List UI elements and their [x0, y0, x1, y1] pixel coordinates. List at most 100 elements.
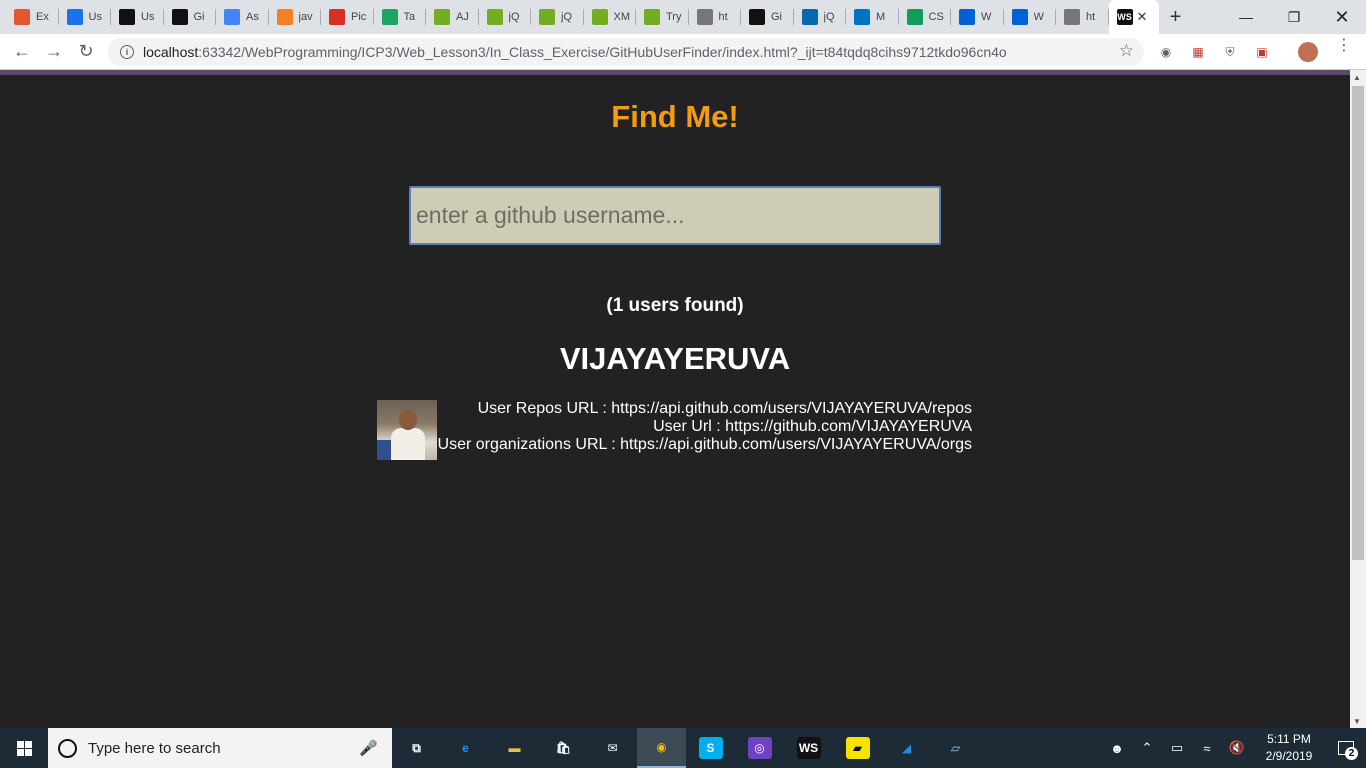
browser-tab[interactable]: Gi	[741, 0, 794, 34]
browser-tab[interactable]: Pic	[321, 0, 374, 34]
taskbar-app-button[interactable]: ⧉	[392, 728, 441, 768]
taskbar-app-button[interactable]: ✉	[588, 728, 637, 768]
outlook-icon	[854, 9, 870, 25]
grid-icon	[14, 9, 30, 25]
gmail-icon	[329, 9, 345, 25]
file-explorer-icon: ▬	[508, 741, 521, 755]
camera-icon[interactable]: ◉	[1155, 41, 1177, 63]
site-info-icon[interactable]: i	[120, 45, 134, 59]
taskbar-search-box[interactable]: Type here to search 🎤	[48, 728, 392, 768]
volume-muted-icon[interactable]: 🔇	[1222, 740, 1252, 756]
browser-tab[interactable]: ht	[1056, 0, 1109, 34]
extensions-area: ◉ ▦ ⛨ ▣	[1155, 34, 1319, 70]
action-center-button[interactable]: 2	[1326, 728, 1366, 768]
username-search-input[interactable]	[409, 186, 941, 245]
show-hidden-icons-chevron-icon[interactable]: ⌃	[1132, 740, 1162, 756]
user-url-line: User Url : https://github.com/VIJAYAYERU…	[653, 418, 972, 435]
browser-tab-label: M	[876, 11, 886, 23]
clock-time: 5:11 PM	[1267, 732, 1311, 746]
cap-icon	[66, 9, 83, 25]
taskbar-clock[interactable]: 5:11 PM 2/9/2019	[1252, 731, 1326, 765]
taskbar-app-button[interactable]: ◎	[735, 728, 784, 768]
taskbar-app-button[interactable]: e	[441, 728, 490, 768]
browser-tab[interactable]: Try	[636, 0, 689, 34]
webstorm-icon: WS	[796, 737, 821, 759]
pocket-extension-icon[interactable]: ▣	[1251, 41, 1273, 63]
taskbar-app-button[interactable]: ▱	[931, 728, 980, 768]
taskbar-app-button[interactable]: 🛍	[539, 728, 588, 768]
minimize-button[interactable]: —	[1222, 0, 1270, 34]
page-content: Find Me! (1 users found) VIJAYAYERUVA Us…	[0, 75, 1350, 728]
browser-tab[interactable]: jav	[269, 0, 322, 34]
w3-icon	[539, 9, 555, 25]
scrollbar-thumb[interactable]	[1352, 86, 1364, 560]
reload-button[interactable]: ↻	[70, 36, 102, 68]
menu-kebab-icon[interactable]: ⋮	[1336, 38, 1352, 54]
browser-tab[interactable]: CS	[899, 0, 952, 34]
people-icon[interactable]: ☻	[1102, 741, 1132, 756]
github-icon	[119, 9, 135, 25]
browser-tab[interactable]: jQ	[531, 0, 584, 34]
start-button[interactable]	[0, 728, 48, 768]
pdf-extension-icon[interactable]: ▦	[1187, 41, 1209, 63]
scroll-up-arrow-icon[interactable]: ▲	[1353, 73, 1361, 82]
webstorm-icon: WS	[1116, 9, 1133, 25]
browser-tab-label: Gi	[771, 11, 782, 23]
skype-icon: S	[698, 737, 723, 759]
browser-tab[interactable]: Us	[59, 0, 112, 34]
tab-list: Ex Us Us Gi As jav Pic Ta AJ jQ jQ XM Try ht Gi jQ M CS W W…	[0, 0, 1159, 34]
browser-tab[interactable]: AJ	[426, 0, 479, 34]
taskbar-app-button[interactable]: S	[686, 728, 735, 768]
edge-icon: e	[462, 741, 469, 755]
browser-tab[interactable]: XM	[584, 0, 637, 34]
taskbar-app-button[interactable]: ◉	[637, 728, 686, 768]
taskbar-app-button[interactable]: WS	[784, 728, 833, 768]
page-title: Find Me!	[611, 99, 739, 134]
new-tab-button[interactable]: +	[1161, 0, 1191, 34]
browser-tab[interactable]: W	[951, 0, 1004, 34]
browser-tab-label: Ta	[403, 11, 416, 23]
browser-tab[interactable]: Gi	[164, 0, 217, 34]
back-button[interactable]: ←	[6, 36, 38, 68]
browser-tab-label: Try	[666, 11, 682, 23]
wifi-icon[interactable]: ≈	[1192, 741, 1222, 756]
sticky-notes-icon: ▰	[845, 737, 870, 759]
microphone-icon[interactable]: 🎤	[359, 739, 378, 757]
tab-strip: Ex Us Us Gi As jav Pic Ta AJ jQ jQ XM Try ht Gi jQ M CS W W…	[0, 0, 1366, 34]
browser-tab[interactable]: As	[216, 0, 269, 34]
jquery-icon	[801, 9, 818, 25]
system-tray: ☻ ⌃ ▭ ≈ 🔇 5:11 PM 2/9/2019 2	[1102, 728, 1366, 768]
results-count: (1 users found)	[606, 295, 744, 316]
browser-tab[interactable]: W	[1004, 0, 1057, 34]
battery-icon[interactable]: ▭	[1162, 740, 1192, 756]
taskbar-search-placeholder: Type here to search	[88, 739, 221, 757]
address-bar[interactable]: i localhost:63342/WebProgramming/ICP3/We…	[108, 38, 1144, 66]
browser-tab[interactable]: M	[846, 0, 899, 34]
forward-button[interactable]: →	[38, 36, 70, 68]
close-window-button[interactable]: ✕	[1318, 0, 1366, 34]
close-tab-icon[interactable]: ✕	[1137, 9, 1148, 25]
webstorm-icon	[749, 9, 765, 25]
shield-icon[interactable]: ⛨	[1219, 41, 1241, 63]
browser-tab[interactable]: jQ	[479, 0, 532, 34]
windows-taskbar: Type here to search 🎤 ⧉ e ▬ 🛍 ✉ ◉ S ◎ WS ▰ ◢ ▱ ☻ ⌃ …	[0, 728, 1366, 768]
browser-tab[interactable]: ht	[689, 0, 742, 34]
browser-tab-label: ht	[718, 11, 728, 23]
browser-tab[interactable]: Ta	[374, 0, 427, 34]
scroll-down-arrow-icon[interactable]: ▼	[1353, 717, 1361, 726]
taskbar-app-button[interactable]: ▬	[490, 728, 539, 768]
page-scrollbar[interactable]: ▲ ▼	[1350, 70, 1366, 728]
browser-tab[interactable]: Us	[111, 0, 164, 34]
classroom-icon	[906, 9, 923, 25]
browser-tab-label: As	[246, 11, 259, 23]
browser-tab[interactable]: jQ	[794, 0, 847, 34]
bookmark-star-icon[interactable]: ☆	[1119, 41, 1134, 61]
url-text[interactable]: localhost:63342/WebProgramming/ICP3/Web_…	[143, 44, 1007, 60]
profile-avatar-icon[interactable]	[1297, 41, 1319, 63]
taskbar-app-button[interactable]: ▰	[833, 728, 882, 768]
maximize-button[interactable]: ❐	[1270, 0, 1318, 34]
browser-tab-label: jQ	[508, 11, 520, 23]
taskbar-app-button[interactable]: ◢	[882, 728, 931, 768]
browser-tab[interactable]: Ex	[6, 0, 59, 34]
browser-tab-active[interactable]: WS ✕	[1108, 0, 1159, 34]
